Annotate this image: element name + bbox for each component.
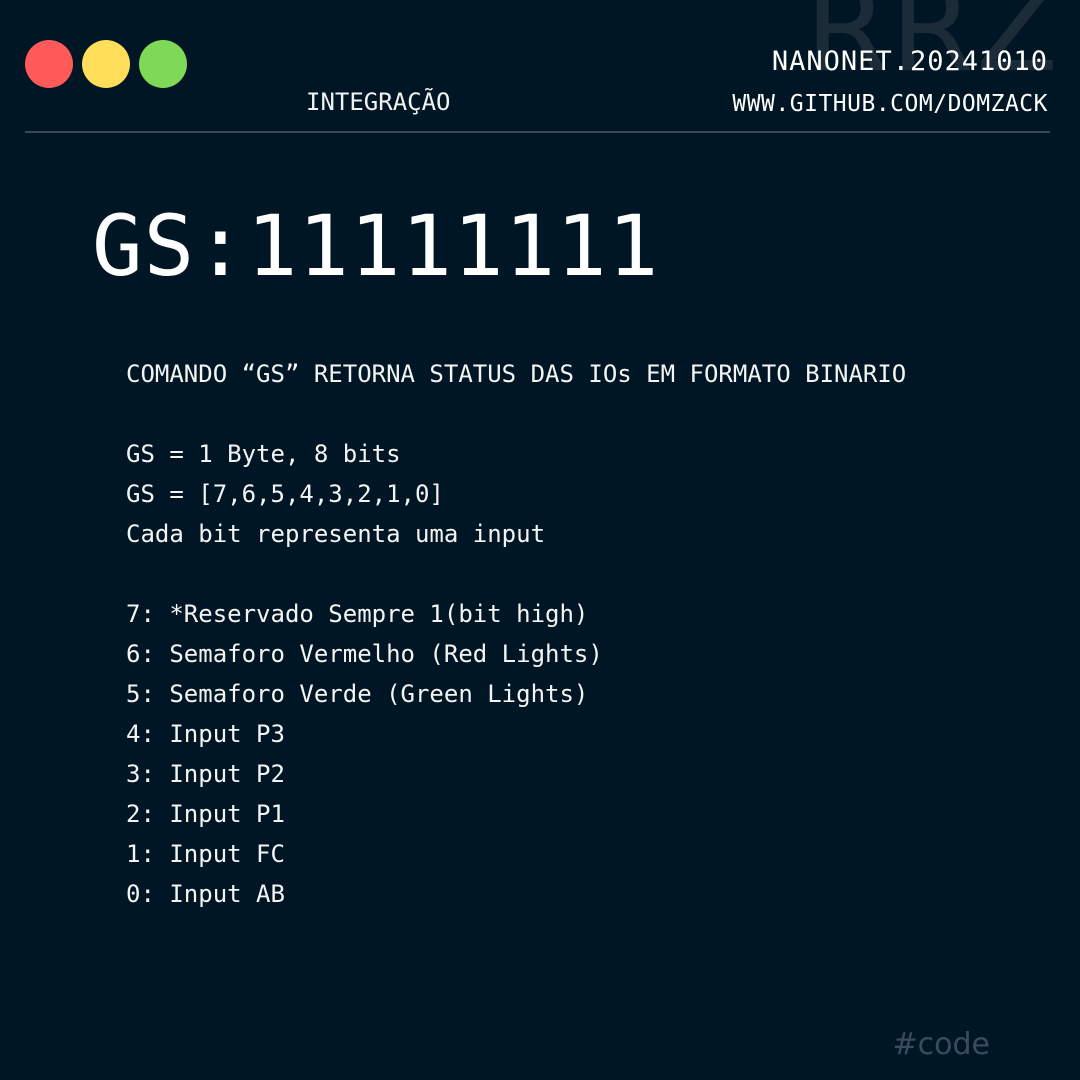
bit-item: 0: Input AB [126, 880, 285, 908]
format-line: GS = 1 Byte, 8 bits [126, 440, 401, 468]
window-controls [25, 40, 187, 88]
category-label: INTEGRAÇÃO [306, 88, 451, 116]
bit-item: 5: Semaforo Verde (Green Lights) [126, 680, 589, 708]
repo-link: WWW.GITHUB.COM/DOMZACK [732, 91, 1048, 117]
bit-item: 6: Semaforo Vermelho (Red Lights) [126, 640, 603, 668]
bit-item: 3: Input P2 [126, 760, 285, 788]
format-line: GS = [7,6,5,4,3,2,1,0] [126, 480, 444, 508]
hashtag-label: #code [892, 1027, 991, 1062]
build-id: NANONET.20241010 [771, 46, 1048, 77]
header-info: NANONET.20241010 WWW.GITHUB.COM/DOMZACK [732, 46, 1048, 118]
bit-item: 1: Input FC [126, 840, 285, 868]
intro-text: COMANDO “GS” RETORNA STATUS DAS IOs EM F… [126, 360, 907, 388]
bit-item: 4: Input P3 [126, 720, 285, 748]
red-dot-icon [25, 40, 73, 88]
format-line: Cada bit representa uma input [126, 520, 546, 548]
header-divider [25, 131, 1050, 133]
description-block: COMANDO “GS” RETORNA STATUS DAS IOs EM F… [126, 354, 906, 914]
page-title: GS:11111111 [92, 197, 660, 295]
yellow-dot-icon [82, 40, 130, 88]
bit-item: 2: Input P1 [126, 800, 285, 828]
green-dot-icon [139, 40, 187, 88]
bit-item: 7: *Reservado Sempre 1(bit high) [126, 600, 589, 628]
